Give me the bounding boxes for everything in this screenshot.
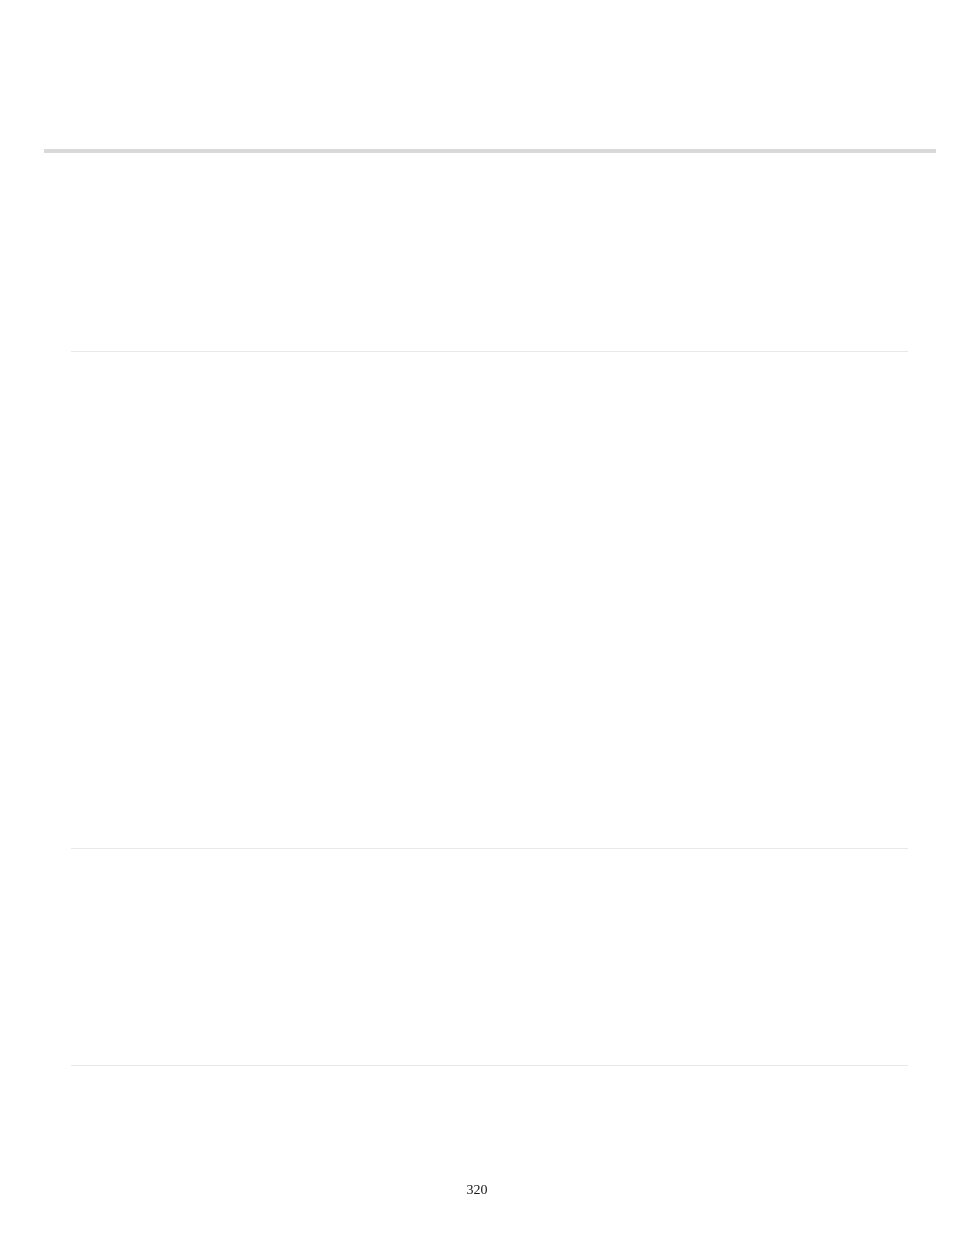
section-divider	[71, 1065, 908, 1066]
top-divider	[44, 149, 936, 153]
section-divider	[71, 848, 908, 849]
page-number: 320	[0, 1183, 954, 1199]
section-divider	[71, 351, 908, 352]
